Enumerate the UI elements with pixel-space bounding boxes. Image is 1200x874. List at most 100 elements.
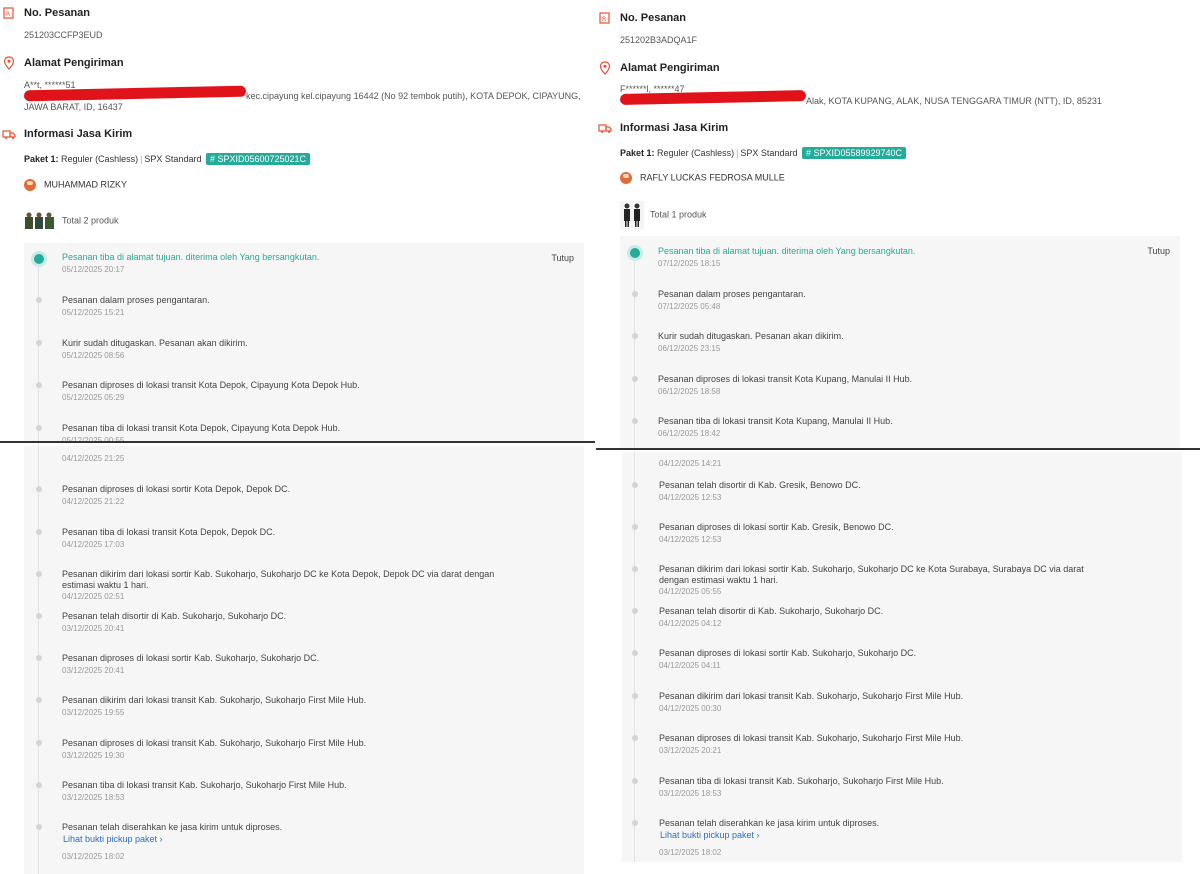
event-title: Pesanan diproses di lokasi transit Kota … xyxy=(62,380,360,390)
event-title: Kurir sudah ditugaskan. Pesanan akan dik… xyxy=(658,331,844,341)
left-order-panel: R No. Pesanan 251203CCFP3EUD Alamat Peng… xyxy=(0,0,595,874)
order-number-value: 251202B3ADQA1F xyxy=(620,35,698,45)
package-label: Paket 1: xyxy=(620,148,655,158)
timeline-dot xyxy=(36,529,42,535)
event-title: Pesanan diproses di lokasi sortir Kab. S… xyxy=(659,648,917,658)
courier-name: MUHAMMAD RIZKY xyxy=(44,179,127,190)
event-time: 04/12/2025 05:55 xyxy=(659,587,722,596)
shipping-info-label: Informasi Jasa Kirim xyxy=(620,122,729,134)
event-title: Pesanan diproses di lokasi sortir Kota D… xyxy=(62,484,291,494)
timeline-dot xyxy=(632,608,638,614)
shipping-info-label: Informasi Jasa Kirim xyxy=(24,128,133,140)
timeline-events-list: Pesanan telah disortir di Kab. Gresik, B… xyxy=(622,452,1182,862)
event-title: Pesanan diproses di lokasi transit Kab. … xyxy=(62,738,367,748)
product-thumbnail[interactable] xyxy=(24,212,56,230)
product-row: Total 1 produk xyxy=(620,201,707,229)
event-title: Pesanan diproses di lokasi sortir Kab. S… xyxy=(62,653,320,663)
tracking-timeline: Tutup Pesanan tiba di alamat tujuan. dit… xyxy=(24,243,584,451)
event-title: Pesanan telah diserahkan ke jasa kirim u… xyxy=(62,822,283,832)
courier-avatar xyxy=(620,172,632,184)
event-time: 03/12/2025 20:21 xyxy=(659,746,722,755)
truck-icon xyxy=(598,124,612,133)
event-time: 04/12/2025 04:12 xyxy=(659,619,722,628)
event-time: 05/12/2025 05:29 xyxy=(62,393,125,402)
timeline-dot xyxy=(36,740,42,746)
product-count: Total 1 produk xyxy=(650,209,707,220)
timeline-dot xyxy=(36,297,42,303)
event-time: 04/12/2025 12:53 xyxy=(659,535,722,544)
event-time: 06/12/2025 23:15 xyxy=(658,344,721,353)
tracking-number-badge[interactable]: # SPXID05600725021C xyxy=(205,153,311,165)
event-time: 04/12/2025 17:03 xyxy=(62,540,125,549)
pickup-proof-link[interactable]: Lihat bukti pickup paket › xyxy=(63,834,163,844)
event-title: Pesanan diproses di lokasi transit Kota … xyxy=(658,374,913,384)
timeline-dot xyxy=(36,571,42,577)
truck-icon xyxy=(2,130,16,139)
service-type: Reguler (Cashless) xyxy=(657,148,735,158)
timeline-dot xyxy=(632,566,638,572)
event-title: Pesanan telah disortir di Kab. Sukoharjo… xyxy=(659,606,884,616)
timeline-dot xyxy=(36,824,42,830)
timeline-dot xyxy=(632,482,638,488)
timeline-dot-active xyxy=(630,248,640,258)
event-time: 07/12/2025 05:48 xyxy=(658,302,721,311)
event-title: Kurir sudah ditugaskan. Pesanan akan dik… xyxy=(62,338,248,348)
event-time: 04/12/2025 00:30 xyxy=(659,704,722,713)
timeline-dot xyxy=(632,693,638,699)
event-title-continued: dengan estimasi waktu 1 hari. xyxy=(659,575,779,585)
event-time: 03/12/2025 20:41 xyxy=(62,666,125,675)
event-time: 05/12/2025 08:56 xyxy=(62,351,125,360)
courier-row: RAFLY LUCKAS FEDROSA MULLE xyxy=(620,172,785,184)
timeline-dot xyxy=(632,820,638,826)
event-time: 04/12/2025 21:22 xyxy=(62,497,125,506)
event-time: 03/12/2025 19:55 xyxy=(62,708,125,717)
event-title: Pesanan tiba di lokasi transit Kota Kupa… xyxy=(658,416,893,426)
timeline-events-list: Pesanan diproses di lokasi sortir Kota D… xyxy=(24,446,584,874)
right-order-panel: R No. Pesanan 251202B3ADQA1F Alamat Peng… xyxy=(596,0,1200,874)
order-number-label: No. Pesanan xyxy=(24,7,91,19)
collapse-button[interactable]: Tutup xyxy=(1147,246,1170,256)
event-time: 03/12/2025 18:53 xyxy=(62,793,125,802)
timeline-dot xyxy=(632,376,638,382)
timeline-dot xyxy=(36,382,42,388)
event-time: 04/12/2025 04:11 xyxy=(659,661,721,670)
screenshot-divider xyxy=(0,441,595,443)
timeline-dot xyxy=(36,486,42,492)
event-title: Pesanan tiba di lokasi transit Kota Depo… xyxy=(62,527,276,537)
address-label: Alamat Pengiriman xyxy=(620,62,720,74)
event-time: 03/12/2025 18:02 xyxy=(62,852,125,861)
address-line-1: Alak, KOTA KUPANG, ALAK, NUSA TENGGARA T… xyxy=(806,96,1102,106)
service-type: Reguler (Cashless) xyxy=(61,154,139,164)
order-number-value: 251203CCFP3EUD xyxy=(24,30,103,40)
event-title: Pesanan dikirim dari lokasi sortir Kab. … xyxy=(62,569,495,579)
package-label: Paket 1: xyxy=(24,154,59,164)
event-time: 03/12/2025 18:53 xyxy=(659,789,722,798)
product-row: Total 2 produk xyxy=(24,212,119,230)
address-line-2: JAWA BARAT, ID, 16437 xyxy=(24,102,123,112)
event-title: Pesanan tiba di lokasi transit Kab. Suko… xyxy=(62,780,347,790)
collapse-button[interactable]: Tutup xyxy=(551,253,574,263)
event-title: Pesanan dikirim dari lokasi transit Kab.… xyxy=(659,691,964,701)
package-line: Paket 1: Reguler (Cashless) | SPX Standard… xyxy=(620,147,907,159)
event-title: Pesanan telah disortir di Kab. Gresik, B… xyxy=(659,480,861,490)
tracking-timeline: Tutup Pesanan tiba di alamat tujuan. dit… xyxy=(620,236,1180,449)
courier-avatar xyxy=(24,179,36,191)
event-title: Pesanan diproses di lokasi sortir Kab. G… xyxy=(659,522,894,532)
product-count: Total 2 produk xyxy=(62,215,119,226)
tracking-number-badge[interactable]: # SPXID05589929740C xyxy=(801,147,907,159)
address-line-1: kec.cipayung kel.cipayung 16442 (No 92 t… xyxy=(246,91,581,101)
timeline-dot xyxy=(632,333,638,339)
svg-text:R: R xyxy=(602,16,606,23)
pickup-proof-link[interactable]: Lihat bukti pickup paket › xyxy=(660,830,760,840)
event-title: Pesanan dalam proses pengantaran. xyxy=(62,295,210,305)
event-title: Pesanan tiba di lokasi transit Kota Depo… xyxy=(62,423,341,433)
event-time: 04/12/2025 02:51 xyxy=(62,592,125,601)
timeline-dot-active xyxy=(34,254,44,264)
event-time: 04/12/2025 12:53 xyxy=(659,493,722,502)
timeline-dot xyxy=(632,735,638,741)
carrier-name: SPX Standard xyxy=(144,154,202,164)
location-pin-icon xyxy=(3,56,15,70)
product-thumbnail[interactable] xyxy=(620,201,644,229)
courier-row: MUHAMMAD RIZKY xyxy=(24,179,127,191)
svg-text:R: R xyxy=(6,11,10,18)
